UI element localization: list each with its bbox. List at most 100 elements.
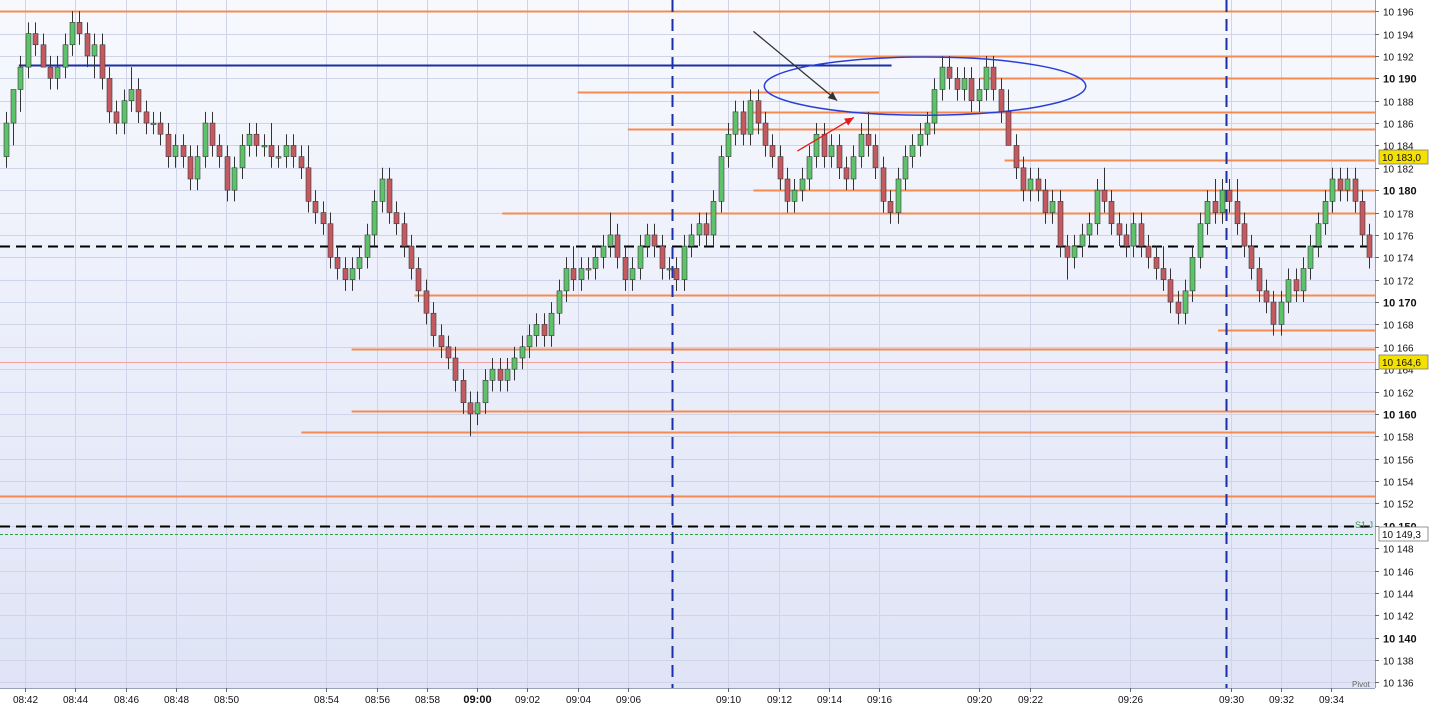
candle-body [342,268,349,280]
candle-body [644,234,651,247]
time-tick-label: 09:10 [716,695,741,706]
candle-body [725,133,732,157]
candle-body [1123,234,1130,247]
candle-body [467,402,474,415]
candle-body [1167,279,1174,303]
time-tick-label: 09:34 [1319,695,1344,706]
price-tick-label: 10 140 [1383,634,1417,646]
candle-body [813,133,820,157]
price-tick-label: 10 170 [1383,298,1417,310]
candle-body [25,33,32,68]
candle-body [939,66,946,90]
candle-body [673,268,680,280]
candle-body [40,44,47,68]
candle-body [1071,245,1078,258]
price-tick-label: 10 136 [1383,679,1414,690]
candle-body [541,324,548,336]
time-tick-label: 09:02 [515,695,540,706]
price-tick-label: 10 166 [1383,344,1414,355]
candle-body [305,167,312,202]
candle-body [482,380,489,404]
plot-background [0,0,1375,688]
candle-body [1293,279,1300,292]
candle-body [452,357,459,381]
candle-body [172,145,179,157]
candle-body [872,145,879,169]
candle-body [275,156,282,159]
candle-body [917,133,924,146]
price-tick-label: 10 146 [1383,568,1414,579]
candle-body [990,66,997,90]
candle-body [290,145,297,157]
candle-body [931,89,938,124]
candle-body [84,33,91,57]
candle-body [556,290,563,314]
candle-body [246,133,253,146]
candle-body [519,346,526,359]
candle-body [1145,245,1152,258]
candle-body [69,22,76,46]
time-tick-label: 08:56 [365,695,390,706]
candle-body [474,402,481,415]
candle-body [1204,201,1211,225]
candle-body [865,133,872,146]
candle-body [504,368,511,381]
candle-body [1042,189,1049,213]
candle-body [1130,223,1137,247]
time-tick-label: 09:12 [767,695,792,706]
candle-body [895,178,902,213]
candle-body [791,189,798,202]
candle-body [1116,223,1123,236]
candle-body [1322,201,1329,225]
time-tick-label: 08:58 [415,695,440,706]
candle-body [17,66,24,90]
candle-body [1182,290,1189,314]
candle-body [843,167,850,180]
candle-body [1197,223,1204,258]
candle-body [983,66,990,90]
time-tick-label: 08:48 [164,695,189,706]
candle-body [836,145,843,169]
candle-body [1329,178,1336,202]
price-badge-label: 10 183,0 [1382,153,1421,164]
candle-body [1035,178,1042,191]
candle-body [113,111,120,124]
candle-body [563,268,570,292]
candle-body [1094,189,1101,225]
candle-body [1020,167,1027,191]
candle-body [408,245,415,269]
candle-body [710,201,717,236]
candle-body [1344,178,1351,191]
candle-body [1189,257,1196,292]
candle-body [393,212,400,225]
candle-body [1366,234,1373,258]
price-tick-label: 10 158 [1383,433,1414,444]
candle-body [438,335,445,348]
candle-body [327,223,334,258]
candle-body [607,234,614,247]
candle-body [1138,223,1145,247]
candle-body [10,89,17,124]
candle-body [1027,178,1034,191]
candle-body [909,145,916,157]
candle-body [1278,301,1285,325]
candle-body [1234,201,1241,225]
candle-body [239,145,246,169]
candle-body [253,133,260,146]
candle-body [165,133,172,157]
candle-body [755,100,762,124]
candle-body [312,201,319,213]
candle-body [1352,178,1359,202]
candle-body [681,245,688,280]
price-tick-label: 10 172 [1383,277,1414,288]
candle-body [651,234,658,247]
candle-body [858,133,865,157]
candle-body [320,212,327,225]
candle-body [261,145,268,148]
price-tick-label: 10 174 [1383,254,1414,265]
price-tick-label: 10 180 [1383,186,1417,198]
time-tick-label: 09:16 [867,695,892,706]
candle-body [356,257,363,269]
candle-body [1300,268,1307,292]
candle-body [688,234,695,247]
